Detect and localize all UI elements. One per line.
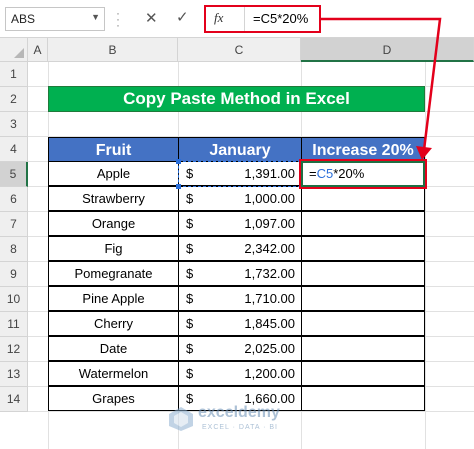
highlight-box-formula bbox=[204, 5, 321, 33]
currency-symbol: $ bbox=[186, 241, 194, 256]
enter-icon[interactable]: ✓ bbox=[176, 8, 189, 26]
column-header-a[interactable]: A bbox=[28, 38, 48, 62]
currency-symbol: $ bbox=[186, 366, 194, 381]
increase-cell[interactable] bbox=[301, 336, 425, 361]
fruit-cell[interactable]: Cherry bbox=[48, 311, 179, 336]
amount-value: 1,097.00 bbox=[244, 216, 295, 231]
row-header-11[interactable]: 11 bbox=[0, 312, 28, 337]
select-all-corner[interactable] bbox=[0, 38, 28, 62]
row-header-12[interactable]: 12 bbox=[0, 337, 28, 362]
increase-cell[interactable] bbox=[301, 361, 425, 386]
table-header-january[interactable]: January bbox=[178, 137, 302, 162]
logo-icon bbox=[169, 407, 193, 431]
row-header-2[interactable]: 2 bbox=[0, 87, 28, 112]
amount-value: 1,845.00 bbox=[244, 316, 295, 331]
copied-cell-marquee bbox=[176, 159, 301, 189]
column-header-b[interactable]: B bbox=[48, 38, 178, 62]
increase-cell[interactable] bbox=[301, 236, 425, 261]
row-header-5[interactable]: 5 bbox=[0, 162, 28, 187]
fruit-cell[interactable]: Date bbox=[48, 336, 179, 361]
column-header-c[interactable]: C bbox=[178, 38, 301, 62]
drag-handle-icon[interactable]: · · · bbox=[116, 7, 122, 31]
currency-symbol: $ bbox=[186, 266, 194, 281]
fruit-cell[interactable]: Fig bbox=[48, 236, 179, 261]
amount-value: 1,000.00 bbox=[244, 191, 295, 206]
currency-symbol: $ bbox=[186, 216, 194, 231]
increase-cell[interactable] bbox=[301, 186, 425, 211]
fruit-cell[interactable]: Apple bbox=[48, 161, 179, 186]
january-cell[interactable]: $2,342.00 bbox=[178, 236, 302, 261]
fruit-cell[interactable]: Strawberry bbox=[48, 186, 179, 211]
row-header-7[interactable]: 7 bbox=[0, 212, 28, 237]
currency-symbol: $ bbox=[186, 191, 194, 206]
name-box[interactable]: ABS ▼ bbox=[5, 7, 105, 31]
gridline bbox=[425, 62, 426, 449]
january-cell[interactable]: $1,710.00 bbox=[178, 286, 302, 311]
fruit-cell[interactable]: Watermelon bbox=[48, 361, 179, 386]
amount-value: 2,025.00 bbox=[244, 341, 295, 356]
fruit-cell[interactable]: Grapes bbox=[48, 386, 179, 411]
row-header-14[interactable]: 14 bbox=[0, 387, 28, 412]
january-cell[interactable]: $2,025.00 bbox=[178, 336, 302, 361]
watermark-logo: exceldemy EXCEL · DATA · BI bbox=[168, 402, 328, 442]
january-cell[interactable]: $1,845.00 bbox=[178, 311, 302, 336]
amount-value: 1,200.00 bbox=[244, 366, 295, 381]
currency-symbol: $ bbox=[186, 316, 194, 331]
name-box-value: ABS bbox=[11, 12, 36, 26]
january-cell[interactable]: $1,097.00 bbox=[178, 211, 302, 236]
row-header-1[interactable]: 1 bbox=[0, 62, 28, 87]
sheet-title: Copy Paste Method in Excel bbox=[48, 86, 425, 112]
row-header-8[interactable]: 8 bbox=[0, 237, 28, 262]
table-header-fruit[interactable]: Fruit bbox=[48, 137, 179, 162]
increase-cell[interactable] bbox=[301, 311, 425, 336]
increase-cell[interactable] bbox=[301, 261, 425, 286]
fruit-cell[interactable]: Pomegranate bbox=[48, 261, 179, 286]
amount-value: 1,710.00 bbox=[244, 291, 295, 306]
amount-value: 2,342.00 bbox=[244, 241, 295, 256]
row-header-9[interactable]: 9 bbox=[0, 262, 28, 287]
watermark-tagline: EXCEL · DATA · BI bbox=[202, 424, 278, 431]
increase-cell[interactable] bbox=[301, 211, 425, 236]
currency-symbol: $ bbox=[186, 341, 194, 356]
fruit-cell[interactable]: Orange bbox=[48, 211, 179, 236]
row-header-3[interactable]: 3 bbox=[0, 112, 28, 137]
january-cell[interactable]: $1,732.00 bbox=[178, 261, 302, 286]
increase-cell[interactable] bbox=[301, 286, 425, 311]
column-header-d[interactable]: D bbox=[301, 38, 474, 62]
cancel-icon[interactable]: ✕ bbox=[145, 9, 158, 27]
watermark-name: exceldemy bbox=[198, 404, 280, 421]
fruit-cell[interactable]: Pine Apple bbox=[48, 286, 179, 311]
row-header-6[interactable]: 6 bbox=[0, 187, 28, 212]
row-header-10[interactable]: 10 bbox=[0, 287, 28, 312]
currency-symbol: $ bbox=[186, 291, 194, 306]
highlight-box-cell bbox=[299, 159, 427, 189]
january-cell[interactable]: $1,200.00 bbox=[178, 361, 302, 386]
january-cell[interactable]: $1,000.00 bbox=[178, 186, 302, 211]
amount-value: 1,732.00 bbox=[244, 266, 295, 281]
row-header-4[interactable]: 4 bbox=[0, 137, 28, 162]
chevron-down-icon[interactable]: ▼ bbox=[91, 12, 100, 22]
row-header-13[interactable]: 13 bbox=[0, 362, 28, 387]
